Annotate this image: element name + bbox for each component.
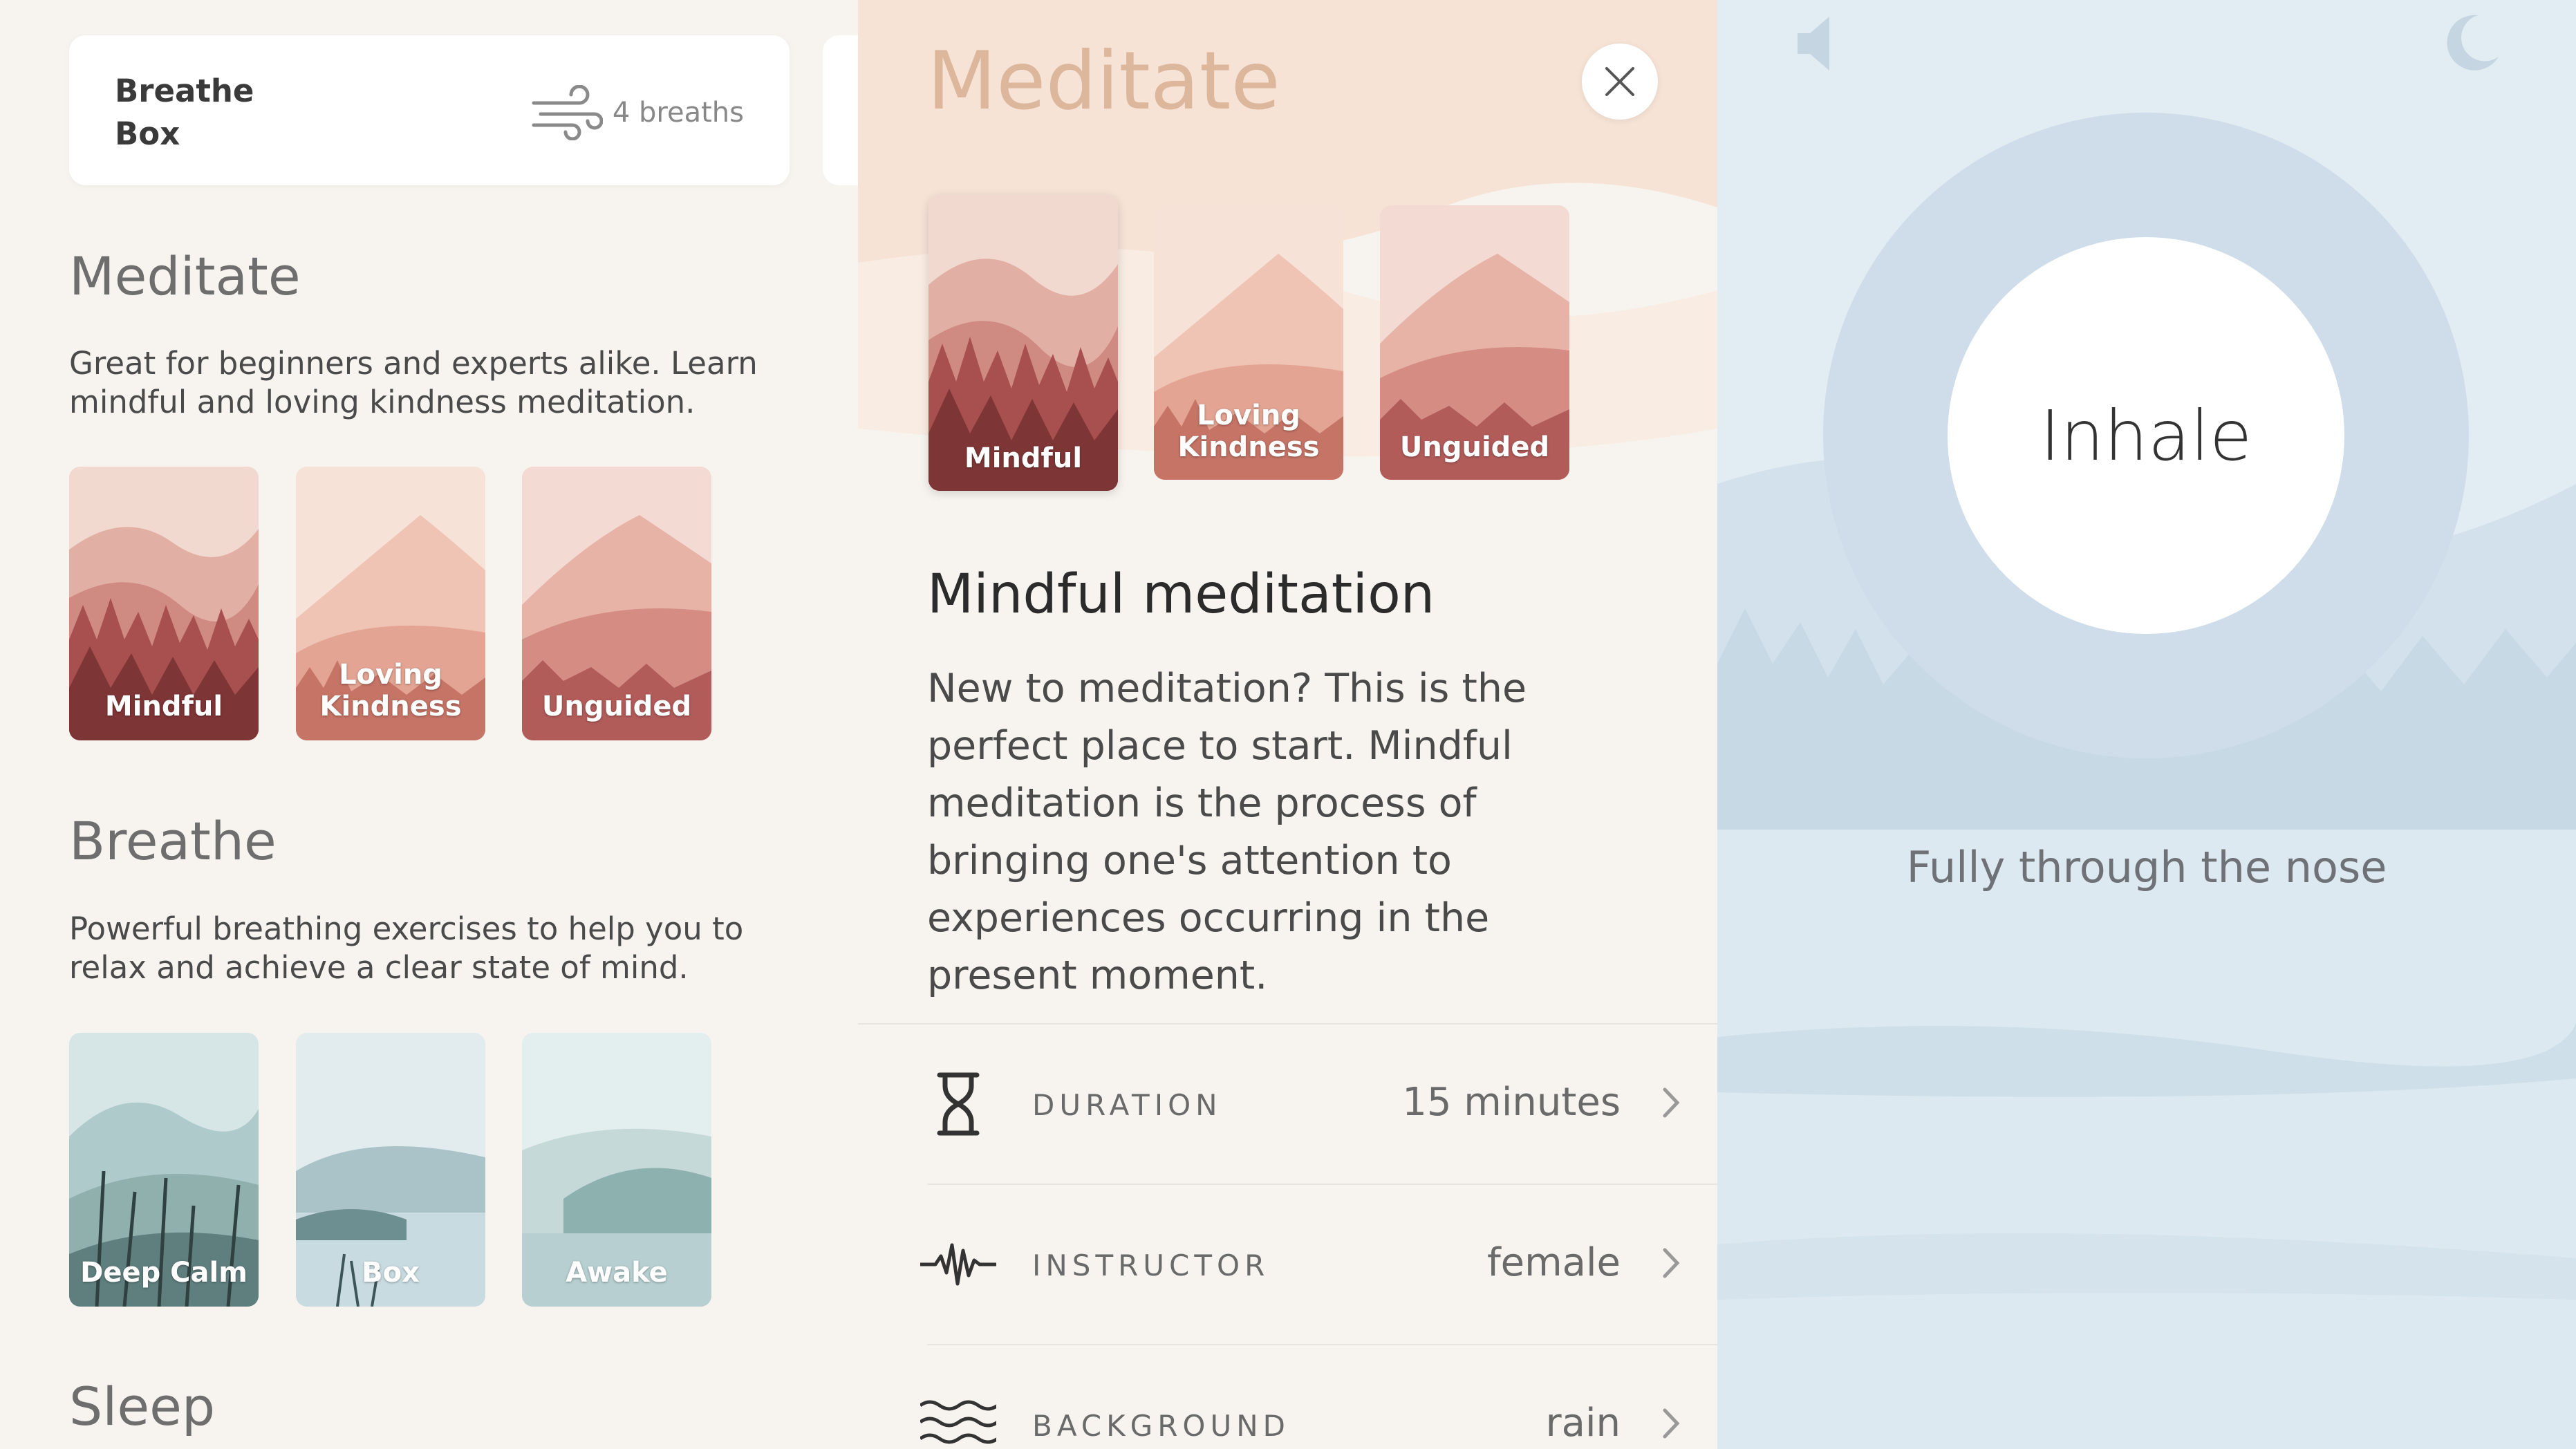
tile-loving-kindness[interactable]: Loving Kindness (296, 467, 485, 740)
breath-circle[interactable]: Inhale (1948, 237, 2344, 634)
breath-instruction: Fully through the nose (1906, 842, 2387, 892)
sleep-section-title: Sleep (69, 1376, 216, 1437)
tile-awake[interactable]: Awake (522, 1033, 711, 1307)
tile-label: Unguided (1399, 431, 1550, 463)
tile-label: Awake (566, 1257, 668, 1289)
setting-value: female (1486, 1240, 1621, 1285)
meditate-section-title: Meditate (69, 245, 301, 307)
next-card-peek[interactable] (823, 35, 858, 185)
waveform-icon (920, 1243, 996, 1286)
duration-setting-row[interactable]: DURATION 15 minutes (858, 1025, 1717, 1184)
tile-unguided[interactable]: Unguided (1380, 205, 1569, 480)
chevron-right-icon (1663, 1248, 1680, 1278)
meditate-section-description: Great for beginners and experts alike. L… (69, 345, 758, 420)
recent-session-card[interactable]: Breathe Box 4 breaths (69, 35, 790, 185)
tile-label: Mindful (964, 442, 1083, 474)
detail-title: Mindful meditation (927, 563, 1435, 626)
close-icon (1605, 67, 1634, 96)
close-button[interactable] (1582, 44, 1658, 120)
tile-box[interactable]: Box (296, 1033, 485, 1307)
detail-description: New to meditation? This is the perfect p… (927, 666, 1527, 998)
tile-loving-kindness[interactable]: Loving Kindness (1154, 205, 1343, 480)
wind-icon (532, 85, 603, 140)
setting-key: BACKGROUND (1032, 1409, 1290, 1443)
tile-mindful-selected[interactable]: Mindful (928, 195, 1118, 491)
tile-label: Mindful (104, 691, 223, 722)
setting-key: INSTRUCTOR (1032, 1249, 1270, 1282)
breathe-section-description: Powerful breathing exercises to help you… (69, 910, 744, 986)
background-setting-row[interactable]: BACKGROUND rain (858, 1345, 1717, 1449)
tile-unguided[interactable]: Unguided (522, 467, 711, 740)
recent-session-meta: 4 breaths (531, 85, 744, 140)
speaker-icon[interactable] (1793, 12, 1835, 75)
breathe-section-title: Breathe (69, 810, 277, 872)
breathing-session-panel: Inhale Fully through the nose (1717, 0, 2576, 1449)
moon-icon[interactable] (2436, 8, 2505, 77)
hourglass-icon (937, 1072, 980, 1136)
tile-label: Loving Kindness (319, 659, 462, 722)
recent-session-title: Breathe Box (115, 73, 254, 152)
waves-icon (920, 1400, 996, 1444)
tile-mindful[interactable]: Mindful (69, 467, 259, 740)
setting-value: 15 minutes (1402, 1080, 1621, 1125)
setting-value: rain (1545, 1401, 1621, 1446)
tile-label: Unguided (541, 691, 692, 722)
tile-label: Deep Calm (80, 1257, 248, 1289)
tile-deep-calm[interactable]: Deep Calm (69, 1033, 259, 1307)
chevron-right-icon (1663, 1408, 1680, 1439)
breath-phase-label: Inhale (2040, 395, 2252, 476)
tile-label: Loving Kindness (1177, 400, 1320, 463)
chevron-right-icon (1663, 1087, 1680, 1118)
instructor-setting-row[interactable]: INSTRUCTOR female (858, 1185, 1717, 1344)
meditation-detail-panel: Meditate Mindful Loving Kindness Unguide… (858, 0, 1717, 1449)
setting-key: DURATION (1032, 1088, 1222, 1122)
library-panel: Breathe Box 4 breaths Meditate Great for… (0, 0, 858, 1449)
recent-session-count: 4 breaths (612, 97, 744, 129)
detail-header-title: Meditate (927, 35, 1280, 128)
tile-label: Box (362, 1257, 420, 1289)
